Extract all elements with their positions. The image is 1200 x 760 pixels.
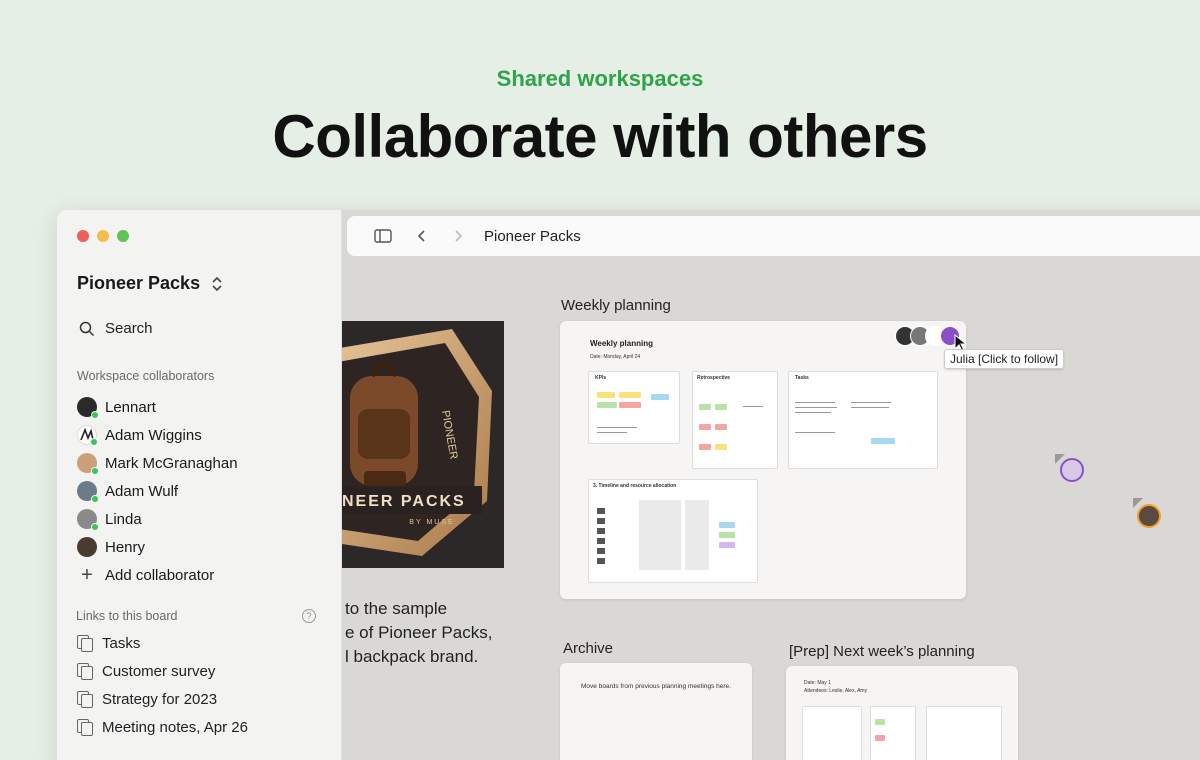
collaborator-name: Mark McGranaghan [105, 454, 238, 472]
board-canvas[interactable]: PIONEER NEER PACKS BY MUSE to the sample… [342, 256, 1200, 760]
welcome-line: l backpack brand. [345, 647, 479, 666]
plus-icon: + [81, 564, 93, 586]
kpis-label: KPIs [595, 375, 607, 381]
board-link[interactable]: Customer survey [77, 657, 248, 685]
board-link[interactable]: Tasks [77, 629, 248, 657]
copy-icon [77, 691, 93, 708]
board-inner-date: Date: Monday, April 24 [590, 354, 641, 360]
collaborator-item[interactable]: Mark McGranaghan [77, 449, 238, 477]
online-indicator [91, 467, 99, 475]
sidebar-toggle-icon[interactable] [374, 229, 392, 243]
avatar [77, 537, 97, 557]
copy-icon [77, 635, 93, 652]
backpack-logo-icon: PIONEER [342, 329, 492, 556]
timeline-panel: 3. Timeline and resource allocation [588, 479, 758, 583]
pioneer-packs-logo-card[interactable]: PIONEER NEER PACKS BY MUSE [342, 321, 504, 568]
avatar [77, 397, 99, 419]
prep-tasks-panel [926, 706, 1002, 760]
search-button[interactable]: Search [79, 320, 153, 337]
back-arrow-icon[interactable] [416, 229, 428, 243]
online-indicator [91, 523, 99, 531]
help-icon[interactable]: ? [302, 609, 316, 623]
add-collaborator-label: Add collaborator [105, 566, 215, 584]
retrospective-panel: Retrospective [692, 371, 778, 469]
logo-title: NEER PACKS [342, 493, 466, 510]
board-link[interactable]: Strategy for 2023 [77, 685, 248, 713]
prep-kpis-panel [802, 706, 862, 760]
timeline-label: 3. Timeline and resource allocation [593, 483, 677, 489]
workspace-title: Pioneer Packs [77, 273, 201, 293]
retro-label: Retrospective [697, 375, 731, 381]
avatar [77, 481, 99, 503]
copy-icon [77, 663, 93, 680]
collaborator-item[interactable]: Lennart [77, 393, 238, 421]
hero-title: Collaborate with others [272, 103, 928, 170]
board-link-label: Strategy for 2023 [102, 690, 218, 708]
copy-icon [77, 719, 93, 736]
collaborator-name: Lennart [105, 398, 156, 416]
links-heading-label: Links to this board [76, 609, 178, 623]
links-heading: Links to this board ? [76, 609, 316, 623]
logo-subtitle: BY MUSE [409, 519, 455, 526]
weekly-planning-label: Weekly planning [561, 297, 671, 314]
board-title: Pioneer Packs [484, 227, 581, 245]
avatar [77, 425, 98, 446]
links-list: Tasks Customer survey Strategy for 2023 … [77, 629, 248, 741]
collaborator-name: Henry [105, 538, 146, 556]
weekly-planning-board[interactable]: Weekly planning Date: Monday, April 24 K… [560, 321, 966, 599]
tasks-panel: Tasks [788, 371, 938, 469]
archive-body: Move boards from previous planning meeti… [581, 683, 731, 690]
collaborator-item[interactable]: Linda [77, 505, 238, 533]
online-indicator [91, 411, 99, 419]
remote-cursor-avatar[interactable] [1060, 458, 1084, 482]
board-link-label: Meeting notes, Apr 26 [102, 718, 248, 736]
tasks-label: Tasks [795, 375, 809, 381]
archive-board[interactable]: Move boards from previous planning meeti… [560, 663, 752, 760]
board-link[interactable]: Meeting notes, Apr 26 [77, 713, 248, 741]
search-icon [79, 321, 95, 336]
chevron-updown-icon [212, 276, 222, 291]
minimize-window-button[interactable] [97, 230, 109, 242]
prep-retro-panel [870, 706, 916, 760]
search-label: Search [105, 320, 153, 337]
collaborator-item[interactable]: Adam Wiggins [77, 421, 238, 449]
board-inner-title: Weekly planning [590, 339, 653, 348]
avatar [77, 453, 99, 475]
sidebar: Pioneer Packs Search Workspace collabora… [57, 210, 342, 760]
forward-arrow-icon[interactable] [452, 229, 464, 243]
collaborator-name: Adam Wulf [105, 482, 179, 500]
collaborator-name: Adam Wiggins [105, 426, 202, 444]
archive-label: Archive [563, 640, 614, 657]
board-link-label: Tasks [102, 634, 141, 652]
window-controls [77, 230, 129, 242]
workspace-switcher[interactable]: Pioneer Packs [77, 273, 224, 294]
prep-attendees: Attendees: Leslie, Alex, Amy [804, 688, 868, 694]
prep-date: Date: May 1 [804, 680, 831, 686]
presence-avatars [895, 326, 960, 346]
welcome-line: to the sample [345, 599, 448, 618]
collaborator-item[interactable]: Henry [77, 533, 238, 561]
collaborators-heading: Workspace collaborators [77, 369, 215, 383]
app-window: Pioneer Packs Search Workspace collabora… [57, 210, 1200, 760]
kpis-panel: KPIs [588, 371, 680, 444]
collaborator-name: Linda [105, 510, 142, 528]
collaborator-item[interactable]: Adam Wulf [77, 477, 238, 505]
hero-eyebrow: Shared workspaces [496, 66, 704, 91]
welcome-text: to the sample e of Pioneer Packs, l back… [345, 597, 492, 669]
close-window-button[interactable] [77, 230, 89, 242]
add-collaborator-button[interactable]: + Add collaborator [77, 561, 238, 589]
remote-cursor-avatar[interactable] [1137, 504, 1161, 528]
welcome-line: e of Pioneer Packs, [345, 623, 493, 642]
prep-board[interactable]: Date: May 1 Attendees: Leslie, Alex, Amy [786, 666, 1018, 760]
toolbar: Pioneer Packs [347, 216, 1200, 256]
avatar [77, 509, 99, 531]
board-link-label: Customer survey [102, 662, 216, 680]
follow-tooltip[interactable]: Julia [Click to follow] [944, 349, 1065, 369]
collaborator-list: Lennart Adam Wiggins Mark McGranaghan Ad… [77, 393, 238, 589]
online-indicator [90, 438, 98, 446]
zoom-window-button[interactable] [117, 230, 129, 242]
online-indicator [91, 495, 99, 503]
prep-label: [Prep] Next week’s planning [789, 643, 975, 660]
